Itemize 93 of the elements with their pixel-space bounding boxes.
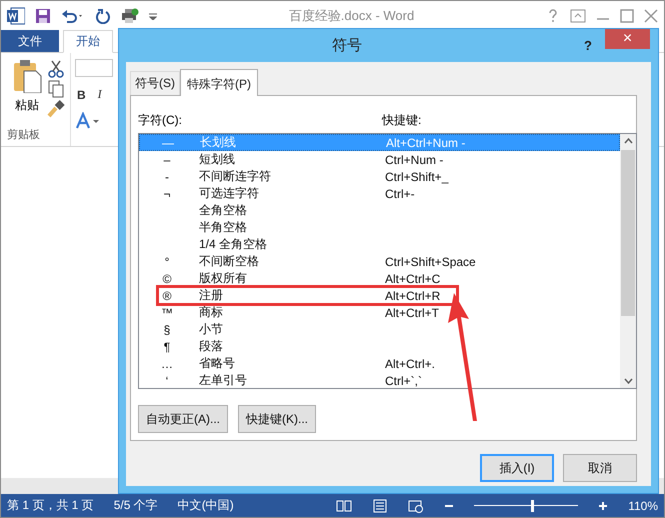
list-row[interactable]: © 版权所有 Alt+Ctrl+C	[139, 270, 620, 287]
maximize-icon[interactable]	[620, 8, 634, 22]
shortcut-key-button[interactable]: 快捷键(K)...	[238, 405, 316, 433]
save-icon[interactable]	[35, 8, 51, 24]
symbol-name: 不间断空格	[198, 253, 260, 270]
customize-caret-icon[interactable]	[149, 12, 157, 20]
symbol-name: 全角空格	[198, 202, 248, 219]
ribbon-display-icon[interactable]	[570, 8, 586, 22]
group-label: 剪贴板	[7, 128, 41, 142]
list-row[interactable]: - 不间断连字符 Ctrl+Shift+_	[139, 168, 620, 185]
shortcut-key: Ctrl+`,`	[385, 374, 422, 388]
redo-icon[interactable]	[95, 8, 111, 24]
list-row[interactable]: ¬ 可选连字符 Ctrl+-	[139, 185, 620, 202]
list-row[interactable]: 半角空格	[139, 219, 620, 236]
symbol-name: 小节	[198, 321, 224, 338]
shortcut-key: Ctrl+Num -	[385, 152, 444, 166]
symbol-character: —	[161, 136, 175, 150]
symbol-name: 可选连字符	[198, 185, 260, 202]
list-row[interactable]: 1/4 全角空格	[139, 236, 620, 253]
symbol-character: ‘	[164, 374, 170, 388]
symbol-name: 短划线	[198, 151, 236, 168]
shortcut-key: Alt+Ctrl+Num -	[386, 136, 466, 150]
column-header: 字符(C):	[138, 112, 183, 129]
close-icon[interactable]	[644, 8, 658, 22]
bold-button[interactable]: B	[75, 88, 88, 102]
dialog-tab[interactable]: 符号(S)	[130, 71, 180, 95]
shortcut-key: Ctrl+-	[385, 186, 415, 200]
list-row[interactable]: ¶ 段落	[139, 338, 620, 355]
text-effects-icon[interactable]	[75, 112, 101, 130]
list-row[interactable]: ™ 商标 Alt+Ctrl+T	[139, 304, 620, 321]
ribbon-tab[interactable]: 开始	[63, 30, 113, 53]
help-button[interactable]: ?	[575, 37, 601, 54]
symbol-character: …	[160, 356, 174, 370]
page-count: 第 1 页，共 1 页	[7, 497, 94, 514]
dialog-tab[interactable]: 特殊字符(P)	[180, 69, 258, 96]
zoom-level: 110%	[628, 498, 658, 512]
list-row[interactable]: 全角空格	[139, 202, 620, 219]
clipboard-icon	[12, 59, 42, 93]
shortcut-key: Alt+Ctrl+T	[385, 306, 440, 320]
language: 中文(中国)	[178, 497, 234, 514]
symbol-character: ®	[162, 288, 172, 302]
shortcut-key: Ctrl+Shift+_	[385, 170, 448, 184]
zoom-in-icon[interactable]	[598, 500, 608, 510]
word-logo-icon[interactable]	[7, 6, 25, 24]
symbol-name: 版权所有	[198, 270, 248, 287]
column-header: 快捷键:	[382, 112, 422, 129]
format-painter-icon[interactable]	[47, 99, 65, 119]
symbol-character: -	[164, 170, 170, 184]
symbol-name: 长划线	[199, 134, 237, 151]
list-row[interactable]: § 小节	[139, 321, 620, 338]
symbol-name: 不间断连字符	[198, 168, 272, 185]
read-mode-icon[interactable]	[336, 498, 352, 512]
symbol-character: ¬	[162, 186, 172, 200]
symbol-name: 1/4 全角空格	[198, 236, 268, 253]
paste-button[interactable]: 粘贴	[7, 59, 47, 127]
scrollbar-thumb[interactable]	[621, 150, 635, 316]
dialog-title: 符号	[331, 36, 363, 55]
symbol-list[interactable]	[138, 133, 637, 389]
printer-icon[interactable]	[121, 8, 139, 24]
autocorrect-button[interactable]: 自动更正(A)...	[138, 405, 228, 433]
symbol-name: 半角空格	[198, 219, 248, 236]
list-row[interactable]: … 省略号 Alt+Ctrl+.	[139, 355, 620, 372]
symbol-character: –	[162, 152, 172, 166]
symbol-character: °	[164, 254, 170, 268]
symbol-name: 省略号	[198, 355, 236, 372]
symbol-character: ©	[162, 272, 172, 286]
word-count: 5/5 个字	[114, 497, 158, 514]
close-button[interactable]: ×	[605, 29, 650, 49]
copy-icon[interactable]	[47, 79, 65, 99]
symbol-name: 段落	[198, 338, 224, 355]
italic-button[interactable]: I	[96, 87, 104, 102]
symbol-name: 商标	[198, 304, 224, 321]
list-row[interactable]: ° 不间断空格 Ctrl+Shift+Space	[139, 253, 620, 270]
cancel-button[interactable]: 取消	[563, 454, 637, 482]
shortcut-key: Alt+Ctrl+.	[385, 356, 436, 370]
shortcut-key: Alt+Ctrl+C	[385, 272, 440, 286]
cut-icon[interactable]	[47, 59, 65, 79]
window-title: 百度经验.docx - Word	[288, 6, 416, 24]
insert-button[interactable]: 插入(I)	[480, 454, 554, 482]
undo-icon[interactable]	[61, 8, 85, 24]
web-layout-icon[interactable]	[408, 498, 424, 512]
font-name-field[interactable]	[75, 59, 113, 77]
list-row[interactable]: ‘ 左单引号 Ctrl+`,`	[139, 372, 620, 388]
file-tab[interactable]: 文件	[1, 30, 59, 52]
symbol-name: 左单引号	[198, 372, 248, 388]
shortcut-key: Ctrl+Shift+Space	[385, 254, 476, 268]
symbol-character: §	[162, 322, 172, 336]
print-layout-icon[interactable]	[372, 498, 388, 512]
symbol-character: ¶	[162, 340, 172, 354]
symbol-character: ™	[160, 306, 174, 320]
shortcut-key: Alt+Ctrl+R	[385, 288, 440, 302]
symbol-name: 注册	[198, 287, 224, 304]
list-row[interactable]: – 短划线 Ctrl+Num -	[139, 151, 620, 168]
